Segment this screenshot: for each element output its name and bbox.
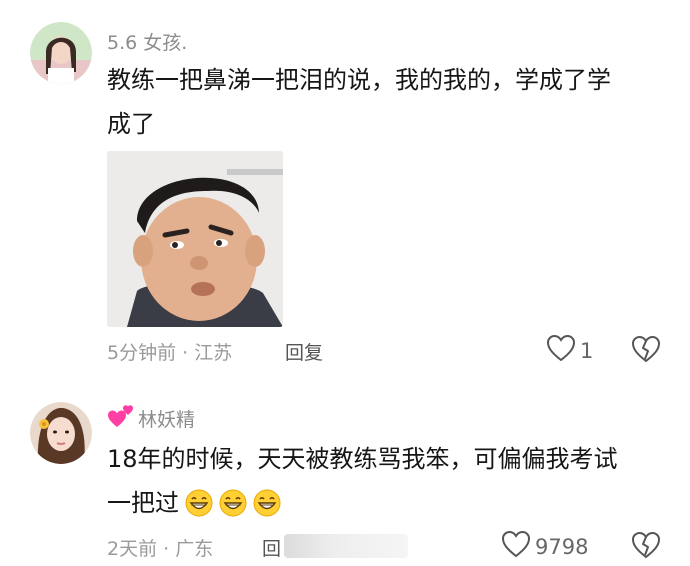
dislike-button[interactable] bbox=[631, 335, 661, 367]
grinning-face-emoji-icon bbox=[253, 489, 281, 517]
username[interactable]: 5.6 女孩. bbox=[107, 28, 187, 55]
comment-meta: 2天前 · 广东 bbox=[107, 538, 214, 560]
two-hearts-icon bbox=[107, 403, 135, 433]
like-button[interactable]: 1 bbox=[546, 334, 593, 367]
avatar[interactable] bbox=[30, 22, 92, 84]
heart-outline-icon bbox=[546, 334, 576, 367]
meme-sticker-image[interactable] bbox=[107, 151, 283, 327]
broken-heart-icon bbox=[631, 335, 661, 367]
dislike-button[interactable] bbox=[631, 531, 661, 563]
username[interactable]: 林妖精 bbox=[138, 405, 195, 432]
like-count: 1 bbox=[580, 338, 594, 363]
grinning-face-emoji-icon bbox=[185, 489, 213, 517]
comment-text: 18年的时候，天天被教练骂我笨，可偏偏我考试 一把过 bbox=[107, 437, 667, 525]
blurred-overlay bbox=[284, 534, 408, 558]
reply-button[interactable]: 回 bbox=[262, 534, 281, 561]
comment-text-line: 18年的时候，天天被教练骂我笨，可偏偏我考试 bbox=[107, 445, 618, 473]
like-button[interactable]: 9798 bbox=[501, 530, 588, 563]
broken-heart-icon bbox=[631, 531, 661, 563]
like-count: 9798 bbox=[535, 534, 589, 559]
reply-button[interactable]: 回复 bbox=[285, 338, 323, 365]
comment-text-line: 成了 bbox=[107, 110, 155, 138]
comment-text-line: 一把过 bbox=[107, 489, 179, 517]
comment-text-line: 教练一把鼻涕一把泪的说，我的我的，学成了学 bbox=[107, 66, 611, 94]
comment-text-line-2: 一把过 bbox=[107, 481, 667, 525]
heart-outline-icon bbox=[501, 530, 531, 563]
comment-meta: 5分钟前 · 江苏 bbox=[107, 342, 233, 364]
comment-text: 教练一把鼻涕一把泪的说，我的我的，学成了学 成了 bbox=[107, 58, 667, 146]
avatar[interactable] bbox=[30, 402, 92, 464]
grinning-face-emoji-icon bbox=[219, 489, 247, 517]
